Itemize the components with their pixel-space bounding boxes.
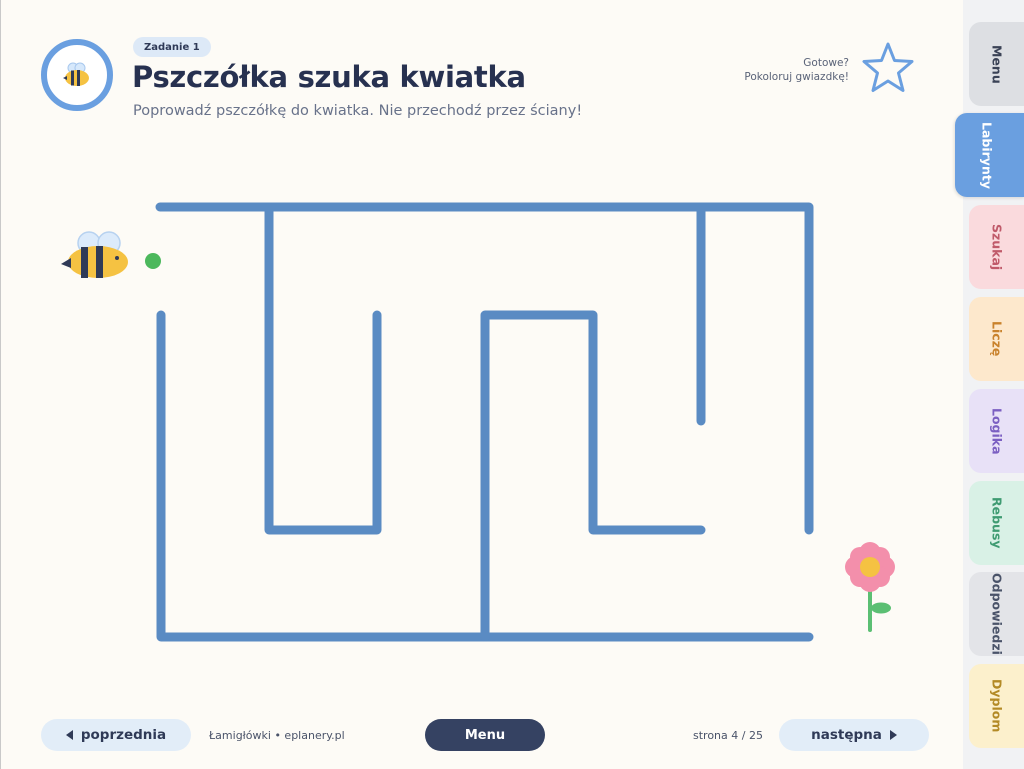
tab-label: Liczę [989,321,1005,357]
bee-icon [61,231,128,278]
prev-page-button[interactable]: poprzednia [41,719,191,751]
maze-wall-left-bottom [156,310,814,642]
page-counter: strona 4 / 25 [693,729,763,742]
tab-label: Menu [989,44,1005,84]
tab-licze[interactable]: Liczę [969,297,1024,381]
tab-labirynty[interactable]: Labirynty [955,113,1024,197]
tab-label: Szukaj [989,223,1005,271]
tab-szukaj[interactable]: Szukaj [969,205,1024,289]
header-badge [41,39,113,111]
start-point [145,253,161,269]
tab-label: Logika [989,407,1005,455]
tab-label: Rebusy [989,497,1005,549]
maze-wall-inner-1 [264,202,382,535]
bee-icon [63,62,89,86]
ready-line-1: Gotowe? [803,57,849,69]
page-title: Pszczółka szuka kwiatka [132,60,526,94]
tab-label: Odpowiedzi [989,573,1005,655]
maze-wall-inner-2 [480,310,706,642]
menu-button[interactable]: Menu [425,719,545,751]
triangle-right-icon [889,730,897,740]
brand-text: Łamigłówki • eplanery.pl [209,729,345,742]
page-subtitle: Poprowadź pszczółkę do kwiatka. Nie prze… [133,103,583,119]
ready-line-2: Pokoloruj gwiazdkę! [744,71,849,83]
prev-page-label: poprzednia [80,727,167,743]
tab-logika[interactable]: Logika [969,389,1024,473]
tab-rebusy[interactable]: Rebusy [969,481,1024,565]
tab-label: Dyplom [989,679,1005,733]
triangle-left-icon [65,730,73,740]
ready-prompt: Gotowe? Pokoloruj gwiazdkę! [744,56,849,84]
star-outline-icon[interactable] [859,40,917,96]
tab-odpowiedzi[interactable]: Odpowiedzi [969,572,1024,656]
tab-dyplom[interactable]: Dyplom [969,664,1024,748]
maze-wall-top [155,202,814,535]
tab-label: Labirynty [979,121,995,189]
task-label: Zadanie 1 [133,37,211,57]
next-page-button[interactable]: następna [779,719,929,751]
tab-menu[interactable]: Menu [969,22,1024,106]
next-page-label: następna [811,727,882,743]
flower-icon [845,542,895,632]
